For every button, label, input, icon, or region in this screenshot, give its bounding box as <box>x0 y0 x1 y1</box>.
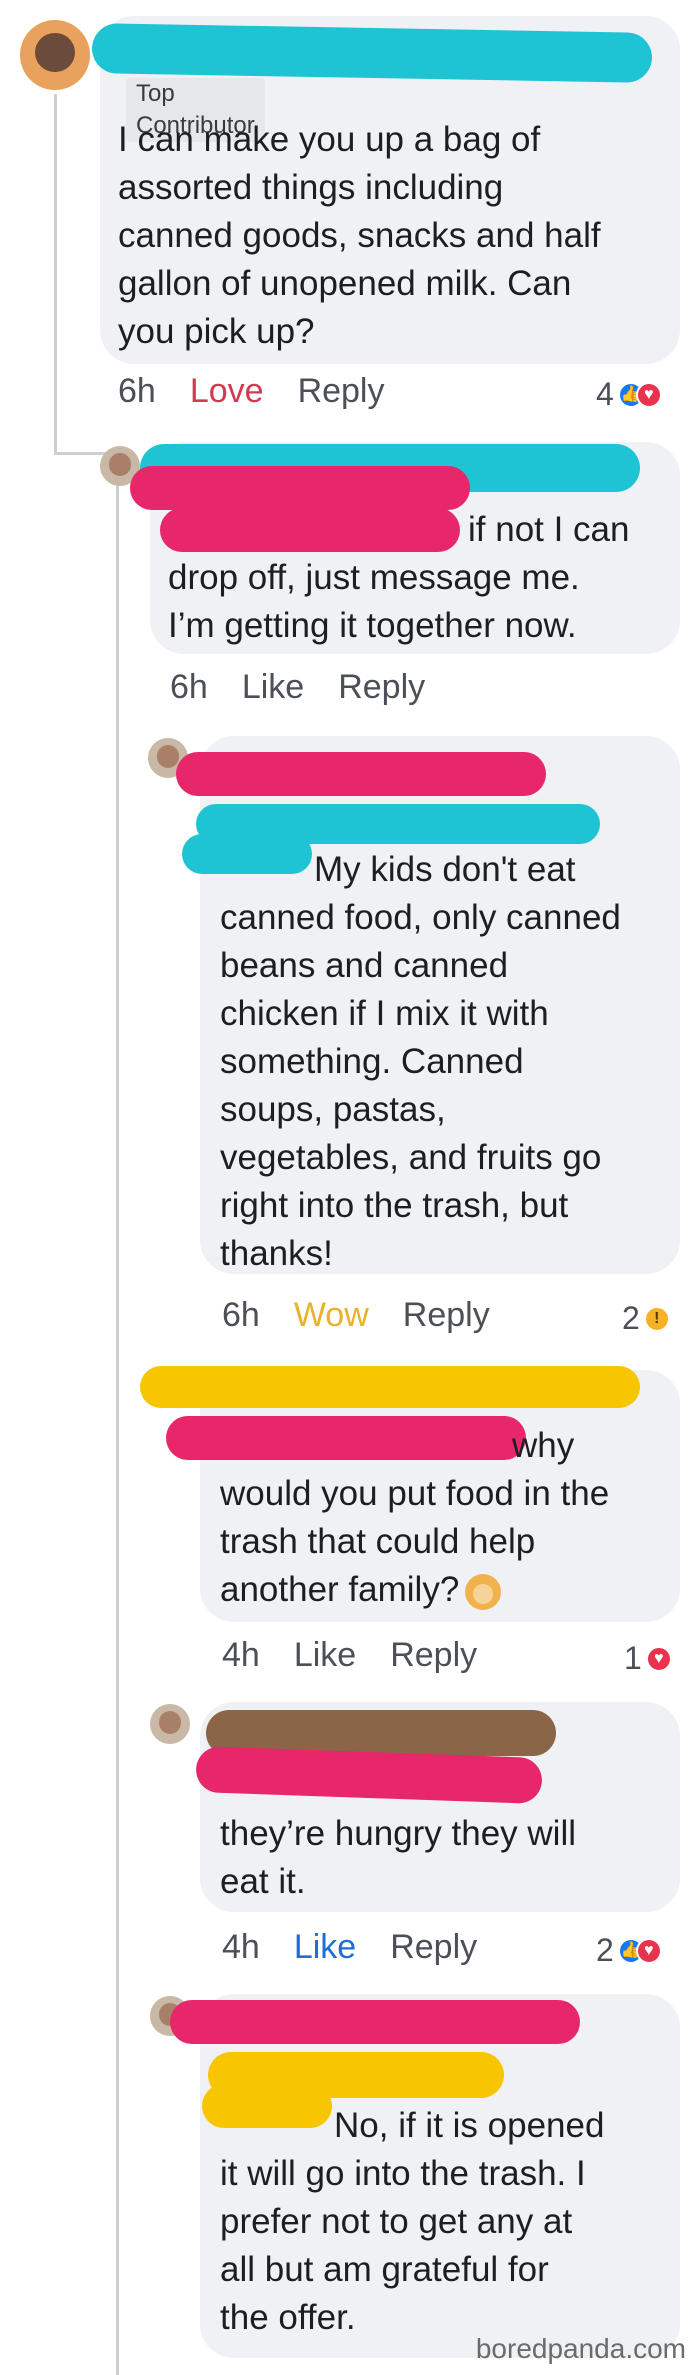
redaction <box>176 752 546 796</box>
reaction-count: 4 <box>596 376 614 412</box>
comment-thread: Top Contributor I can make you up a bag … <box>0 0 700 2375</box>
reaction-count: 2 <box>596 1932 614 1968</box>
like-button[interactable]: Like <box>294 1636 356 1675</box>
comment-text: if not I can drop off, just message me. … <box>168 510 630 645</box>
comment-actions: 6h Love Reply <box>118 372 419 411</box>
reply-button[interactable]: Reply <box>390 1928 477 1967</box>
avatar[interactable] <box>20 20 90 90</box>
comment-actions: 6h Like Reply <box>170 668 459 707</box>
reply-button[interactable]: Reply <box>298 372 385 411</box>
comment-text: My kids don't eat canned food, only cann… <box>220 850 621 1273</box>
reaction-summary[interactable]: 2 👍 ♥ <box>596 1932 662 1969</box>
comment-actions: 4h Like Reply <box>222 1636 511 1675</box>
reaction-summary[interactable]: 1 ♥ <box>624 1640 672 1677</box>
timestamp: 6h <box>118 372 156 410</box>
like-button[interactable]: Like <box>242 668 304 707</box>
thread-line <box>116 480 119 2375</box>
reaction-count: 1 <box>624 1640 642 1676</box>
comment-text: I can make you up a bag of assorted thin… <box>118 120 601 351</box>
wow-button[interactable]: Wow <box>294 1296 369 1335</box>
redaction <box>140 1366 640 1408</box>
comment-text: they’re hungry they will eat it. <box>220 1814 576 1901</box>
thread-line <box>54 94 57 454</box>
love-reaction-icon: ♥ <box>645 1645 672 1672</box>
timestamp: 4h <box>222 1636 260 1674</box>
reaction-summary[interactable]: 4 👍 ♥ <box>596 376 662 413</box>
comment-text: No, if it is opened it will go into the … <box>220 2106 605 2337</box>
comment-actions: 4h Like Reply <box>222 1928 511 1967</box>
timestamp: 6h <box>170 668 208 706</box>
love-button[interactable]: Love <box>190 372 264 411</box>
reaction-summary[interactable]: 2 ! <box>622 1300 670 1337</box>
love-reaction-icon: ♥ <box>635 381 662 408</box>
wow-reaction-icon: ! <box>643 1305 670 1332</box>
reply-button[interactable]: Reply <box>403 1296 490 1335</box>
redaction <box>130 466 470 510</box>
timestamp: 4h <box>222 1928 260 1966</box>
like-button[interactable]: Like <box>294 1928 356 1967</box>
person-shrugging-emoji-icon <box>465 1573 502 1610</box>
watermark: boredpanda.com <box>475 2333 686 2364</box>
reaction-count: 2 <box>622 1300 640 1336</box>
comment-actions: 6h Wow Reply <box>222 1296 524 1335</box>
love-reaction-icon: ♥ <box>635 1937 662 1964</box>
timestamp: 6h <box>222 1296 260 1334</box>
reply-button[interactable]: Reply <box>338 668 425 707</box>
reply-button[interactable]: Reply <box>390 1636 477 1675</box>
avatar[interactable] <box>150 1704 190 1744</box>
comment-text: why would you put food in the trash that… <box>220 1426 610 1610</box>
redaction <box>91 23 653 83</box>
redaction <box>170 2000 580 2044</box>
